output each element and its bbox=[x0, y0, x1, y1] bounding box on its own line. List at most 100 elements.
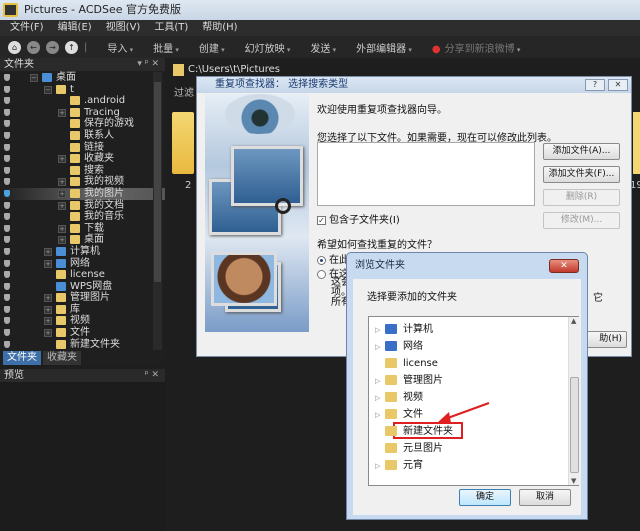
folder-item[interactable]: ▷ 管理图片 bbox=[375, 372, 443, 389]
folder-item[interactable]: ▷ 网络 bbox=[375, 338, 423, 355]
batch-menu[interactable]: 批量 bbox=[153, 40, 179, 55]
expand-icon[interactable]: + bbox=[58, 108, 66, 117]
close-button[interactable]: ✕ bbox=[608, 79, 628, 91]
folder-item[interactable]: ▷ 文件 bbox=[375, 406, 423, 423]
pin-icon[interactable] bbox=[4, 271, 10, 279]
selected-files-list[interactable] bbox=[317, 142, 535, 206]
expand-icon[interactable]: + bbox=[44, 259, 52, 268]
folder-item[interactable]: ▷ 计算机 bbox=[375, 321, 433, 338]
tab-favorites[interactable]: 收藏夹 bbox=[43, 351, 81, 365]
folder-thumbnail[interactable] bbox=[172, 112, 194, 174]
ok-button[interactable]: 确定 bbox=[459, 489, 511, 506]
panel-controls[interactable]: ᵖ ✕ bbox=[145, 369, 159, 382]
include-subfolders-checkbox[interactable]: ✓ 包含子文件夹(I) bbox=[317, 211, 400, 226]
pin-icon[interactable] bbox=[4, 143, 10, 151]
add-folder-button[interactable]: 添加文件夹(F)... bbox=[543, 166, 620, 183]
slideshow-menu[interactable]: 幻灯放映 bbox=[245, 40, 291, 55]
folder-item[interactable]: license bbox=[375, 355, 438, 372]
tree-item[interactable]: + 文件 bbox=[0, 327, 165, 339]
tree-item[interactable]: − 桌面 bbox=[0, 72, 165, 84]
pin-icon[interactable] bbox=[4, 74, 10, 81]
tree-item[interactable]: + 管理图片 bbox=[0, 292, 165, 304]
pin-icon[interactable] bbox=[4, 166, 10, 174]
tree-item[interactable]: − t bbox=[0, 84, 165, 96]
tree-item[interactable]: + 视频 bbox=[0, 315, 165, 327]
tree-item[interactable]: WPS网盘 bbox=[0, 281, 165, 293]
tree-item[interactable]: 我的音乐 bbox=[0, 211, 165, 223]
scroll-down-icon[interactable]: ▼ bbox=[571, 477, 576, 485]
expand-arrow-icon[interactable]: ▷ bbox=[375, 373, 385, 390]
pin-icon[interactable] bbox=[4, 120, 10, 128]
expand-icon[interactable]: − bbox=[44, 85, 52, 94]
tree-item[interactable]: 链接 bbox=[0, 142, 165, 154]
pin-icon[interactable] bbox=[4, 131, 10, 139]
tree-item[interactable]: + 我的图片 bbox=[0, 187, 165, 200]
tree-item[interactable]: + 桌面 bbox=[0, 234, 165, 246]
up-icon[interactable]: ↑ bbox=[65, 40, 78, 54]
tree-item[interactable]: 搜索 bbox=[0, 165, 165, 177]
cancel-button[interactable]: 取消 bbox=[519, 489, 571, 506]
modify-button[interactable]: 修改(M)... bbox=[543, 212, 620, 229]
expand-icon[interactable]: + bbox=[44, 329, 52, 338]
pin-icon[interactable] bbox=[4, 282, 10, 290]
filter-label[interactable]: 过滤 bbox=[174, 84, 194, 99]
folder-item[interactable]: 元旦图片 bbox=[375, 440, 443, 457]
pin-icon[interactable] bbox=[4, 340, 10, 348]
pin-icon[interactable] bbox=[4, 178, 10, 186]
menu-edit[interactable]: 编辑(E) bbox=[58, 20, 92, 36]
pin-icon[interactable] bbox=[4, 259, 10, 267]
home-icon[interactable]: ⌂ bbox=[8, 40, 21, 54]
tab-folders[interactable]: 文件夹 bbox=[3, 351, 41, 365]
menu-file[interactable]: 文件(F) bbox=[10, 20, 44, 36]
external-editor-menu[interactable]: 外部编辑器 bbox=[356, 40, 412, 55]
create-menu[interactable]: 创建 bbox=[199, 40, 225, 55]
share-weibo-button[interactable]: 分享到新浪微博 bbox=[432, 40, 520, 55]
pin-icon[interactable] bbox=[4, 247, 10, 255]
menu-help[interactable]: 帮助(H) bbox=[202, 20, 237, 36]
pin-icon[interactable] bbox=[4, 294, 10, 302]
panel-controls[interactable]: ▾ ᵖ ✕ bbox=[137, 58, 159, 71]
tree-item[interactable]: + 库 bbox=[0, 304, 165, 316]
tree-item[interactable]: + 网络 bbox=[0, 258, 165, 270]
pin-icon[interactable] bbox=[4, 97, 10, 105]
radio-icon[interactable] bbox=[317, 255, 326, 265]
expand-icon[interactable]: + bbox=[44, 294, 52, 303]
send-menu[interactable]: 发送 bbox=[310, 40, 336, 55]
scrollbar-thumb[interactable] bbox=[570, 377, 579, 473]
expand-icon[interactable]: − bbox=[30, 74, 38, 82]
pin-icon[interactable] bbox=[4, 189, 10, 197]
expand-icon[interactable]: + bbox=[58, 178, 66, 187]
checkbox-icon[interactable]: ✓ bbox=[317, 215, 326, 225]
expand-icon[interactable]: + bbox=[58, 224, 66, 233]
expand-arrow-icon[interactable]: ▷ bbox=[375, 458, 385, 475]
tree-item[interactable]: + Tracing bbox=[0, 107, 165, 119]
tree-item[interactable]: 联系人 bbox=[0, 130, 165, 142]
pin-icon[interactable] bbox=[4, 305, 10, 313]
pin-icon[interactable] bbox=[4, 108, 10, 116]
close-button[interactable]: ✕ bbox=[549, 259, 579, 273]
scrollbar[interactable]: ▲ ▼ bbox=[568, 317, 579, 485]
pin-icon[interactable] bbox=[4, 224, 10, 232]
folder-item[interactable]: ▷ 元宵 bbox=[375, 457, 423, 474]
pin-icon[interactable] bbox=[4, 317, 10, 325]
folder-item[interactable]: ▷ 视频 bbox=[375, 389, 423, 406]
tree-item[interactable]: 新建文件夹 bbox=[0, 339, 165, 351]
help-button[interactable]: ? bbox=[585, 79, 605, 91]
folder-thumbnail[interactable] bbox=[633, 112, 640, 174]
pin-icon[interactable] bbox=[4, 236, 10, 244]
import-menu[interactable]: 导入 bbox=[107, 40, 133, 55]
tree-item[interactable]: + 下载 bbox=[0, 223, 165, 235]
tree-item[interactable]: 保存的游戏 bbox=[0, 118, 165, 130]
tree-item[interactable]: + 我的视频 bbox=[0, 176, 165, 188]
menu-tools[interactable]: 工具(T) bbox=[154, 20, 188, 36]
forward-icon[interactable]: → bbox=[46, 40, 59, 54]
expand-icon[interactable]: + bbox=[58, 189, 66, 198]
expand-arrow-icon[interactable]: ▷ bbox=[375, 407, 385, 424]
expand-icon[interactable]: + bbox=[44, 317, 52, 326]
pin-icon[interactable] bbox=[4, 201, 10, 209]
pin-icon[interactable] bbox=[4, 155, 10, 163]
expand-icon[interactable]: + bbox=[44, 305, 52, 314]
scroll-up-icon[interactable]: ▲ bbox=[571, 317, 576, 325]
expand-arrow-icon[interactable]: ▷ bbox=[375, 322, 385, 339]
back-icon[interactable]: ← bbox=[27, 40, 40, 54]
